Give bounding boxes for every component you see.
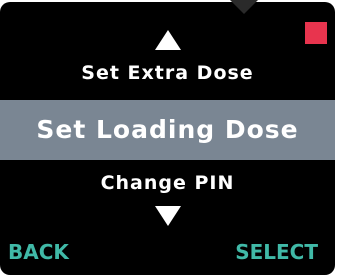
top-pointer-icon: [230, 0, 258, 14]
menu-item-set-extra-dose[interactable]: Set Extra Dose: [0, 62, 335, 84]
menu-item-set-loading-dose[interactable]: Set Loading Dose: [0, 100, 335, 160]
select-button[interactable]: SELECT: [235, 240, 318, 264]
status-indicator: [305, 22, 327, 44]
scroll-down-icon[interactable]: [154, 206, 181, 226]
device-screen: Set Extra Dose Set Loading Dose Change P…: [0, 2, 335, 275]
scroll-up-icon[interactable]: [154, 30, 181, 50]
menu-item-change-pin[interactable]: Change PIN: [0, 172, 335, 194]
back-button[interactable]: BACK: [8, 240, 69, 264]
